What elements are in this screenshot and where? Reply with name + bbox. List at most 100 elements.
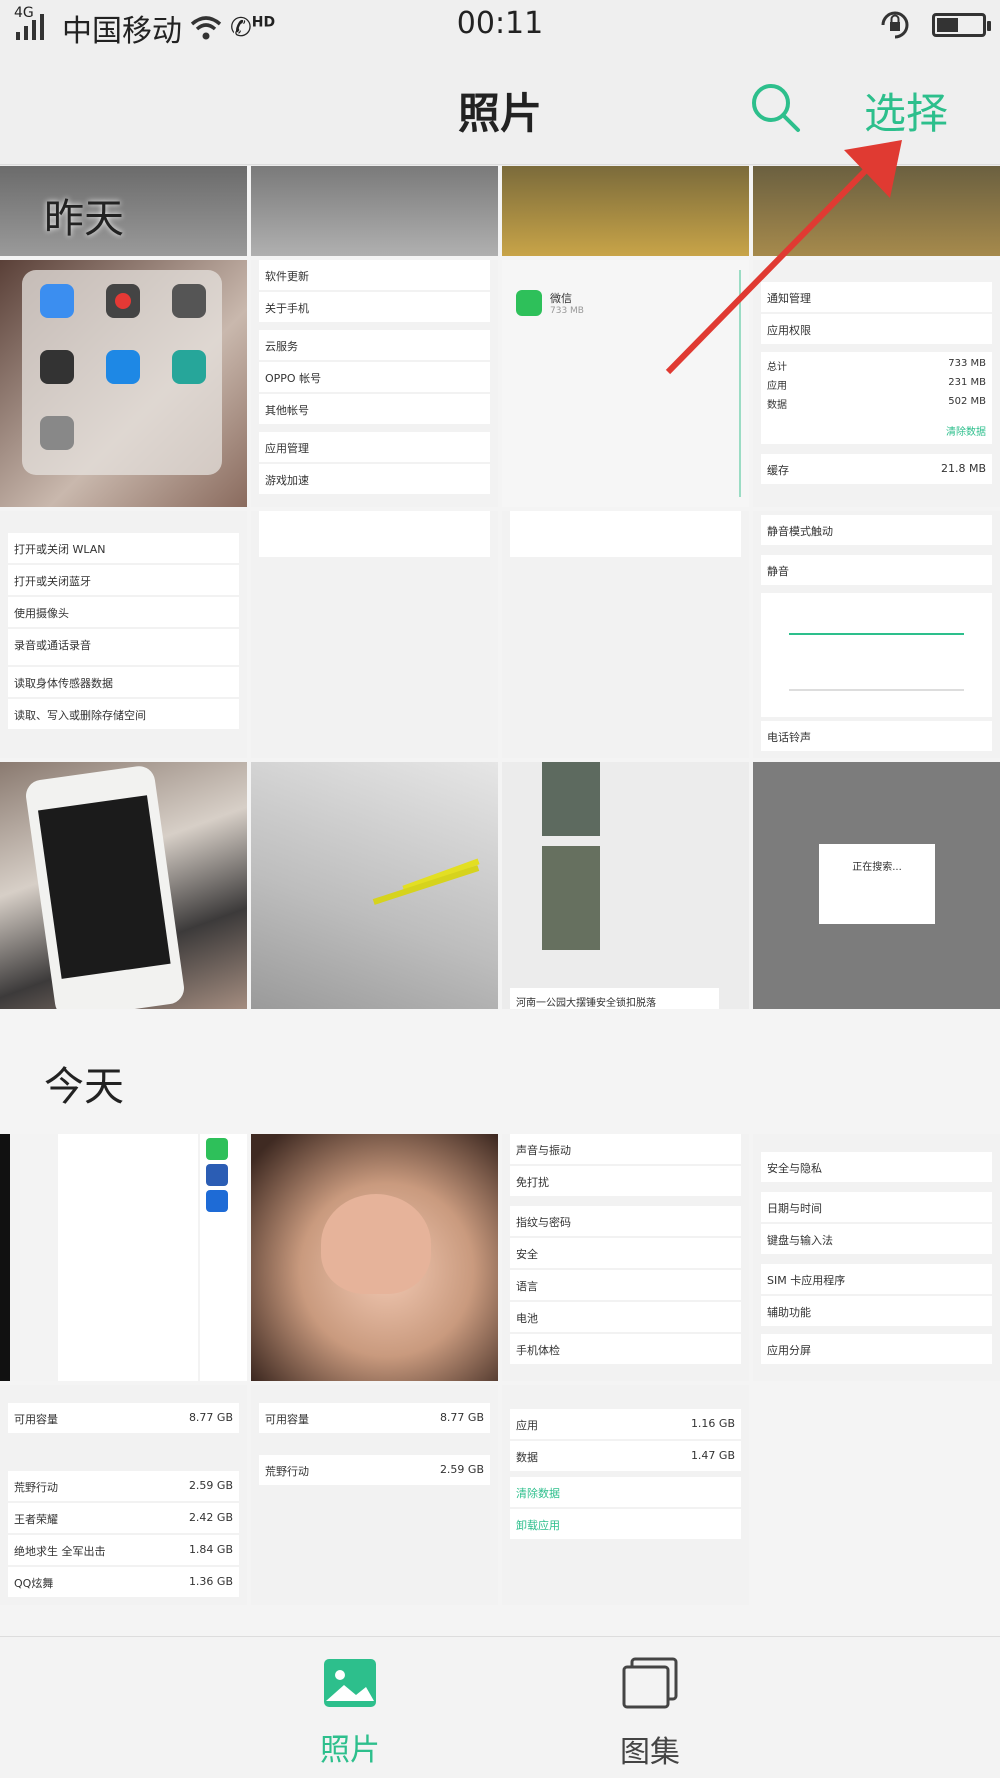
- list-item: 静音: [761, 555, 992, 585]
- total-label: 总计: [767, 362, 787, 373]
- photo-thumbnail[interactable]: [0, 1134, 247, 1381]
- list-item: 日期与时间: [761, 1192, 992, 1222]
- album-icon: [622, 1657, 678, 1709]
- page-title: 照片: [457, 89, 542, 138]
- list-item: 软件更新: [259, 260, 490, 290]
- photo-thumbnail[interactable]: 可用容量 8.77 GB 荒野行动 2.59 GB 王者荣耀 2.42 GB 绝地求生…: [0, 1385, 247, 1605]
- list-item: 关于手机: [259, 292, 490, 322]
- nav-tab-photos[interactable]: 照片: [250, 1657, 450, 1769]
- list-item: 其他帐号: [259, 394, 490, 424]
- list-item: 可用容量 8.77 GB: [8, 1403, 239, 1433]
- photo-thumbnail[interactable]: [251, 1134, 498, 1381]
- list-item: 辅助功能: [761, 1296, 992, 1326]
- photo-thumbnail[interactable]: 通知管理 应用权限 总计 733 MB 应用 231 MB 数据 502 MB 清除数…: [753, 260, 1000, 507]
- chat-list: [58, 1134, 198, 1381]
- game-name: 王者荣耀: [14, 1513, 58, 1526]
- wechat-app-icon: [516, 290, 542, 316]
- status-right: [878, 8, 991, 42]
- rotation-lock-icon: [881, 11, 909, 39]
- list-item: 免打扰: [510, 1166, 741, 1196]
- photo-grid-yesterday-main: 软件更新 关于手机 云服务 OPPO 帐号 其他帐号 应用管理 游戏加速 微信 …: [0, 260, 1000, 1009]
- photo-thumbnail[interactable]: 软件更新 关于手机 云服务 OPPO 帐号 其他帐号 应用管理 游戏加速: [251, 260, 498, 507]
- clear-data-link: 清除数据: [946, 427, 986, 438]
- settings-app-icon: [40, 416, 74, 450]
- game-size: 2.42 GB: [188, 1511, 233, 1524]
- list-item: 荒野行动 2.59 GB: [8, 1471, 239, 1501]
- select-button[interactable]: 选择: [864, 80, 948, 141]
- app-info-label: 数据: [516, 1451, 538, 1464]
- contacts-app-icon: [40, 284, 74, 318]
- photo-thumbnail[interactable]: 正在搜索...: [753, 762, 1000, 1009]
- photo-thumbnail[interactable]: [502, 511, 749, 758]
- status-bar: 4G 中国移动 ✆HD 00:11: [0, 0, 1000, 50]
- share-app-icon: [172, 350, 206, 384]
- available-label: 可用容量: [14, 1413, 58, 1426]
- list-item: 绝地求生 全军出击 1.84 GB: [8, 1535, 239, 1565]
- photo-grid-yesterday: [0, 166, 1000, 256]
- search-icon[interactable]: [748, 80, 804, 136]
- photo-thumbnail[interactable]: 应用 1.16 GB 数据 1.47 GB 清除数据 卸载应用: [502, 1385, 749, 1605]
- list-item: 声音与振动: [510, 1134, 741, 1164]
- app-info-label: 应用: [516, 1419, 538, 1432]
- app-value: 231 MB: [948, 377, 986, 388]
- list-item: 卸载应用: [510, 1509, 741, 1539]
- nav-label-photos: 照片: [320, 1733, 380, 1768]
- section-title-today: 今天: [44, 1064, 124, 1110]
- title-bar: 照片 选择: [0, 50, 1000, 165]
- available-value: 8.77 GB: [439, 1411, 484, 1424]
- list-item: 安全: [510, 1238, 741, 1268]
- app-folder: [22, 270, 222, 475]
- photo-thumbnail[interactable]: 微信 733 MB: [502, 260, 749, 507]
- list-item: 荒野行动 2.59 GB: [259, 1455, 490, 1485]
- list-item: 电话铃声: [761, 721, 992, 751]
- black-edge: [0, 1134, 10, 1381]
- photo-thumbnail[interactable]: [502, 166, 749, 256]
- list-item: 清除数据: [510, 1477, 741, 1507]
- photo-thumbnail[interactable]: 静音模式触动 静音 电话铃声: [753, 511, 1000, 758]
- list-item: 使用摄像头: [8, 597, 239, 627]
- battery-fill: [937, 18, 958, 32]
- list-item: 王者荣耀 2.42 GB: [8, 1503, 239, 1533]
- photo-thumbnail[interactable]: 安全与隐私 日期与时间 键盘与输入法 SIM 卡应用程序 辅助功能 应用分屏: [753, 1134, 1000, 1381]
- phone-screen: [38, 795, 171, 979]
- photo-thumbnail[interactable]: [251, 762, 498, 1009]
- photo-thumbnail[interactable]: 河南一公园大摆锤安全锁扣脱落: [502, 762, 749, 1009]
- list-item: 数据 1.47 GB: [510, 1441, 741, 1471]
- photo-thumbnail[interactable]: [753, 166, 1000, 256]
- cache-label: 缓存: [767, 464, 789, 477]
- media-slider: [789, 689, 964, 691]
- photo-thumbnail[interactable]: 打开或关闭 WLAN 打开或关闭蓝牙 使用摄像头 录音或通话录音 读取身体传感器…: [0, 511, 247, 758]
- list-item: 静音模式触动: [761, 515, 992, 545]
- list-item: 语言: [510, 1270, 741, 1300]
- photo-icon: [324, 1659, 376, 1707]
- photo-thumbnail[interactable]: [251, 166, 498, 256]
- app-label: 应用: [767, 381, 787, 392]
- phone-object: [23, 764, 187, 1009]
- app-info-value: 1.16 GB: [690, 1417, 735, 1430]
- searching-dialog: 正在搜索...: [819, 844, 935, 924]
- nav-tab-albums[interactable]: 图集: [550, 1657, 750, 1771]
- list-item: 键盘与输入法: [761, 1224, 992, 1254]
- photo-grid-today: 声音与振动 免打扰 指纹与密码 安全 语言 电池 手机体检 安全与隐私 日期与时…: [0, 1134, 1000, 1605]
- list-item: 应用分屏: [761, 1334, 992, 1364]
- photo-thumbnail[interactable]: 可用容量 8.77 GB 荒野行动 2.59 GB: [251, 1385, 498, 1605]
- list-item: 录音或通话录音: [8, 629, 239, 665]
- led-strip: [372, 865, 480, 905]
- news-message: 河南一公园大摆锤安全锁扣脱落: [510, 988, 719, 1009]
- list-item: [259, 511, 490, 557]
- list-item: 打开或关闭 WLAN: [8, 533, 239, 563]
- list-item: 安全与隐私: [761, 1152, 992, 1182]
- list-item: 打开或关闭蓝牙: [8, 565, 239, 595]
- photo-thumbnail[interactable]: 声音与振动 免打扰 指纹与密码 安全 语言 电池 手机体检: [502, 1134, 749, 1381]
- list-item: QQ炫舞 1.36 GB: [8, 1567, 239, 1597]
- clock: 00:11: [456, 6, 544, 41]
- photo-thumbnail[interactable]: [0, 260, 247, 507]
- wechat-label: 微信: [550, 292, 572, 305]
- photo-timeline[interactable]: 昨天 软件更新 关于手机 云服务 OPPO 帐号 其他帐号 应用管理 游戏加速: [0, 166, 1000, 1636]
- photo-thumbnail[interactable]: [251, 511, 498, 758]
- photo-thumbnail[interactable]: [0, 762, 247, 1009]
- list-item: 缓存 21.8 MB: [761, 454, 992, 484]
- game-size: 1.36 GB: [188, 1575, 233, 1588]
- list-item: 电池: [510, 1302, 741, 1332]
- game-name: 荒野行动: [14, 1481, 58, 1494]
